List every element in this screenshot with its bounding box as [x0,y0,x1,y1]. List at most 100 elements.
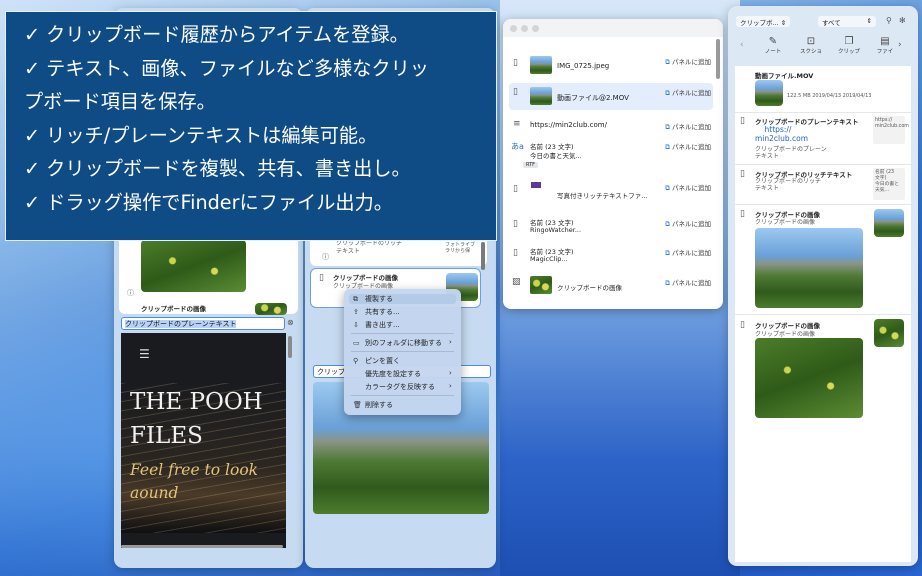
add-to-panel-button[interactable]: ⧉ パネルに追加 [665,182,711,193]
add-to-panel-button[interactable]: ⧉ パネルに追加 [665,87,711,98]
menu-label: カラータグを反映する [365,383,435,391]
chevron-right-icon: › [449,338,452,346]
updown-icon: ⇕ [866,17,872,25]
item-thumbnail [874,319,904,347]
item-title: 動画ファイル.MOV [755,72,814,80]
menu-item-export[interactable]: ⇩ 書き出す... [353,320,400,330]
item-sub: クリップボードの画像 [755,331,816,338]
window-scrollbar[interactable] [716,39,720,79]
gear-icon[interactable]: ✻ [899,16,906,25]
tool-screenshot[interactable]: ⊡ スクショ [796,36,826,55]
row-title: クリップボードの画像 [557,284,622,292]
history-row[interactable]: ▯ IMG_0725.jpeg ⧉ パネルに追加 [509,56,713,78]
menu-item-move-folder[interactable]: ▭ 別のフォルダに移動する › [353,338,452,348]
info-icon[interactable]: ⓘ [322,252,329,262]
doc-icon: ▯ [513,58,518,68]
feature-line: ✓ クリップボードを複製、共有、書き出し。 [24,157,411,181]
tool-note[interactable]: ✎ ノート [758,36,788,55]
menu-label: 複製する [365,295,393,303]
item-thumbnail [874,209,904,237]
minimize-window-button[interactable] [521,25,528,32]
item-side-box: https:// min2club.com [873,116,909,144]
filter-select[interactable]: すべて ⇕ [818,16,876,27]
menu-item-pin[interactable]: ⚲ ピンを置く [353,356,400,366]
doc-icon: ▯ [740,320,745,330]
note-icon: ✎ [768,36,778,47]
left-image-card[interactable]: ⓘ クリップボードの画像 [119,236,298,315]
row-title: IMG_0725.jpeg [557,62,610,70]
left-card-title: クリップボードの画像 [141,305,206,313]
add-to-panel-button[interactable]: ⧉ パネルに追加 [665,141,711,152]
add-to-panel-button[interactable]: ⧉ パネルに追加 [665,121,711,132]
history-row[interactable]: ▯ 動画ファイル@2.MOV ⧉ パネルに追加 [509,83,713,110]
pooh-subtitle: Feel free to look aound [130,461,259,502]
item-side-box: 名前 (23 文字) 今日の書と 天気... [873,168,905,200]
add-to-panel-button[interactable]: ⧉ パネルに追加 [665,218,711,229]
rtf-badge: RTF [523,162,539,168]
add-panel-icon: ⧉ [665,184,670,192]
tool-label: クリップ [837,49,860,55]
web-preview: ☰ THE POOH FILES Feel free to look aound [121,333,286,548]
item-large-image [755,338,863,418]
chevron-right-icon[interactable]: › [898,40,902,50]
add-to-panel-button[interactable]: ⧉ パネルに追加 [665,247,711,258]
duplicate-icon: ⧉ [353,295,358,303]
item-link[interactable]: https:// min2club.com [755,125,808,143]
scrollbar[interactable] [288,336,292,358]
menu-label: 書き出す... [365,321,400,329]
menu-item-priority[interactable]: 優先度を設定する › [353,369,452,379]
menu-label: 別のフォルダに移動する [365,339,442,347]
zoom-window-button[interactable] [532,25,539,32]
aa-icon: あa [511,142,524,151]
add-panel-icon: ⧉ [665,143,670,151]
menu-item-delete[interactable]: 🗑 削除する [353,400,393,410]
tool-file[interactable]: ▤ ファイ [870,36,900,55]
feature-line: ✓ ドラッグ操作でFinderにファイル出力。 [24,190,393,214]
edit-title-field[interactable]: クリップボードのプレーンテキスト [121,317,285,330]
rich-card-sub: テキスト [336,248,360,255]
add-panel-icon: ⧉ [665,249,670,257]
close-window-button[interactable] [510,25,517,32]
folder-select[interactable]: クリップボ... ⇕ [736,16,791,27]
info-icon[interactable]: ⓘ [127,288,134,298]
history-row[interactable]: ▯ 写真付きリッチテキストファ... ⧉ パネルに追加 [509,180,713,202]
file-icon: ▤ [880,36,890,47]
clipboard-icon: ❐ [844,36,854,47]
history-row[interactable]: ▯ 名前 (23 文字) RingoWatcher... ⧉ パネルに追加 [509,215,713,237]
menu-divider [351,333,454,334]
filter-select-value: すべて [822,19,841,27]
add-to-panel-button[interactable]: ⧉ パネルに追加 [665,277,711,288]
hamburger-icon[interactable]: ☰ [139,347,150,361]
menu-item-color-tag[interactable]: カラータグを反映する › [353,382,452,392]
row-thumbnail [530,56,552,74]
add-label: パネルに追加 [672,89,711,97]
menu-item-duplicate[interactable]: ⧉ 複製する [349,294,456,304]
preview-scrollbar[interactable] [121,545,283,548]
history-row[interactable]: ▯ 名前 (23 文字) MagicClip... ⧉ パネルに追加 [509,244,713,266]
add-panel-icon: ⧉ [665,279,670,287]
chevron-left-icon[interactable]: ‹ [740,40,744,50]
add-to-panel-button[interactable]: ⧉ パネルに追加 [665,56,711,67]
menu-label: 削除する [365,401,393,409]
tool-clip[interactable]: ❐ クリップ [834,36,864,55]
history-row[interactable]: ▨ クリップボードの画像 ⧉ パネルに追加 [509,274,713,298]
divider [735,204,911,205]
trash-icon: 🗑 [353,401,362,409]
history-row[interactable]: ≡ https://min2club.com/ ⧉ パネルに追加 [509,119,713,135]
search-icon[interactable]: ⚲ [886,16,892,25]
history-row[interactable]: あa 名前 (23 文字) 今日の書と天気... RTF ⧉ パネルに追加 [509,138,713,172]
updown-icon: ⇕ [780,19,787,27]
close-field-icon[interactable]: ⊗ [287,318,294,327]
menu-label: 共有する... [365,308,400,316]
menu-item-share[interactable]: ⇪ 共有する... [353,307,400,317]
row-title: 動画ファイル@2.MOV [557,94,629,102]
video-thumbnail [755,80,783,106]
doc-icon: ▯ [740,169,745,179]
scrollbar[interactable] [481,242,485,270]
doc-icon: ▯ [319,273,324,283]
screenshot-icon: ⊡ [806,36,816,47]
folder-icon: ▭ [353,339,360,347]
doc-icon: ▯ [513,248,518,258]
item-sub: クリップボードのプレーン テキスト [755,146,827,160]
item-sub: クリップボードのリッチ テキスト [755,178,822,192]
